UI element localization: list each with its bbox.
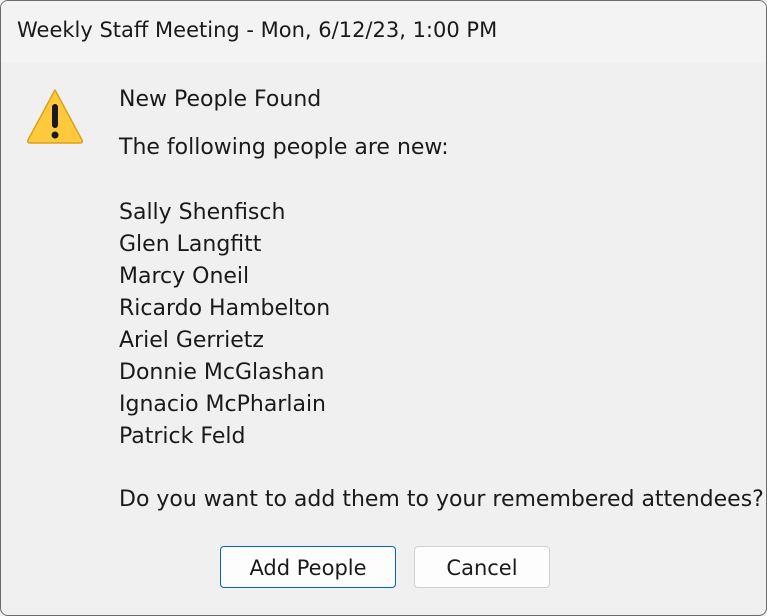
list-item: Patrick Feld bbox=[119, 424, 246, 449]
list-item: Glen Langfitt bbox=[119, 232, 262, 257]
message-heading: New People Found bbox=[119, 87, 322, 112]
title-bar[interactable]: Weekly Staff Meeting - Mon, 6/12/23, 1:0… bbox=[1, 1, 766, 63]
dialog-window: Weekly Staff Meeting - Mon, 6/12/23, 1:0… bbox=[0, 0, 767, 616]
message-question: Do you want to add them to your remember… bbox=[119, 487, 764, 512]
message-intro: The following people are new: bbox=[119, 135, 449, 160]
add-people-button[interactable]: Add People bbox=[220, 546, 396, 588]
warning-icon bbox=[25, 86, 85, 146]
list-item: Sally Shenfisch bbox=[119, 200, 286, 225]
list-item: Ignacio McPharlain bbox=[119, 392, 327, 417]
list-item: Ariel Gerrietz bbox=[119, 328, 264, 353]
list-item: Ricardo Hambelton bbox=[119, 296, 331, 321]
list-item: Marcy Oneil bbox=[119, 264, 250, 289]
cancel-button[interactable]: Cancel bbox=[414, 546, 550, 588]
window-title: Weekly Staff Meeting - Mon, 6/12/23, 1:0… bbox=[17, 18, 498, 42]
list-item: Donnie McGlashan bbox=[119, 360, 325, 385]
people-list: Sally Shenfisch Glen Langfitt Marcy Onei… bbox=[119, 199, 330, 455]
